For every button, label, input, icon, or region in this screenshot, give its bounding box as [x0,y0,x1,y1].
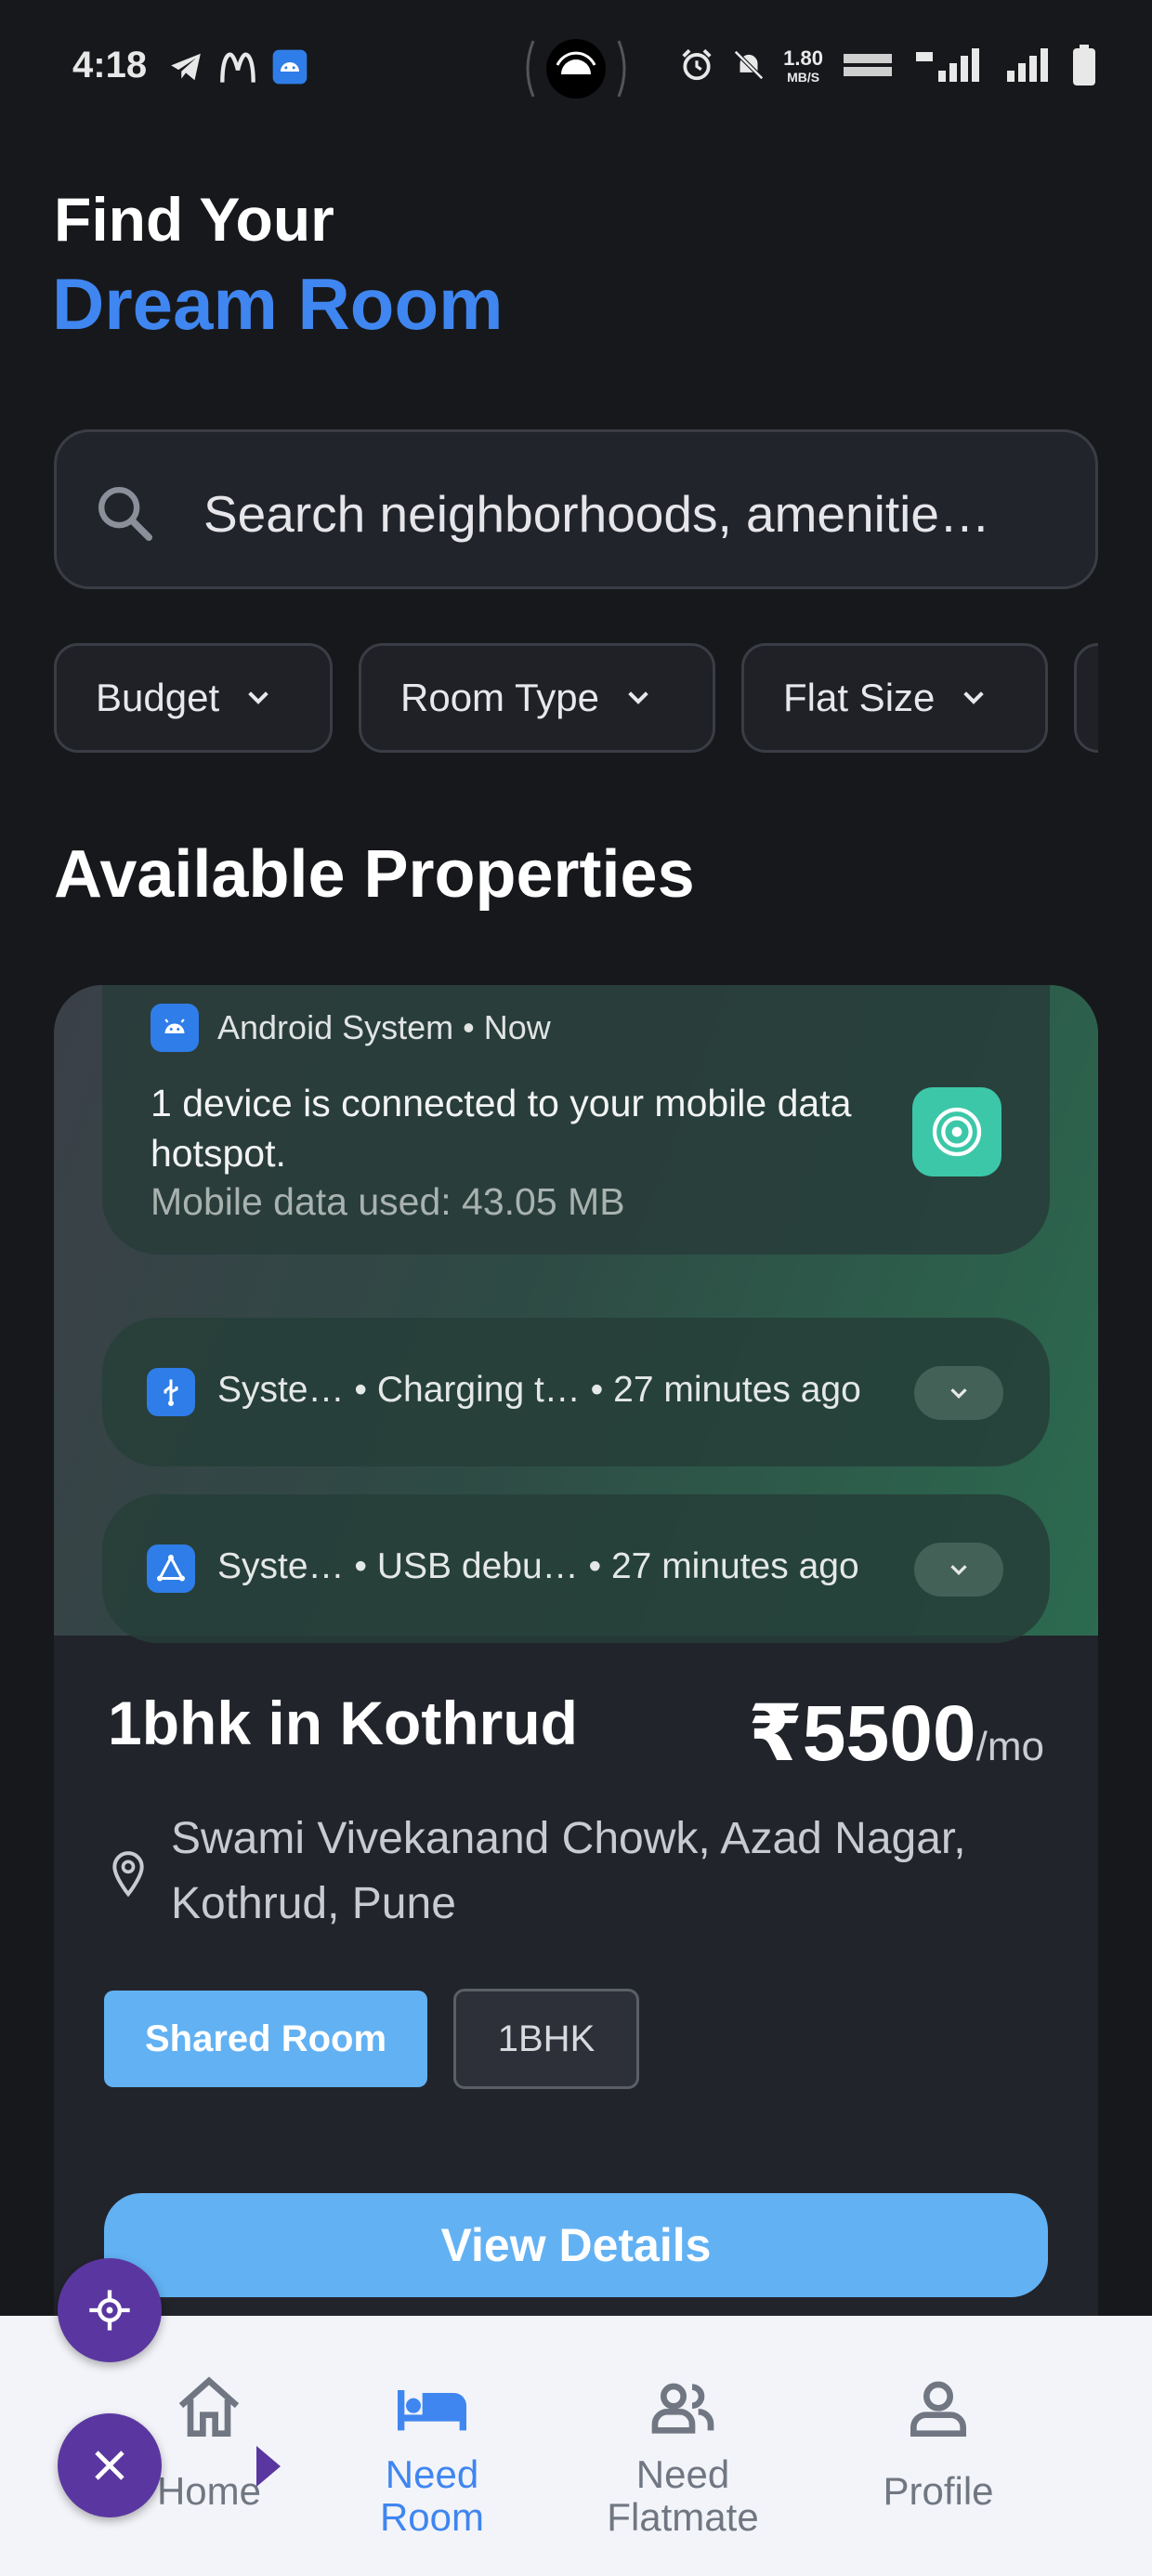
expand-arrow-icon[interactable] [256,2446,281,2487]
volte-icon [840,48,896,87]
status-left-icons [167,48,308,85]
tag-shared-room: Shared Room [104,1991,427,2087]
chevron-down-icon [628,691,648,704]
hotspot-icon [912,1087,1001,1176]
crosshair-fab[interactable] [58,2258,162,2362]
notification-app-line: Android System • Now [151,1004,551,1052]
signal-5g-icon [912,46,987,89]
property-image: Android System • Now 1 device is connect… [54,985,1098,1643]
search-input[interactable]: Search neighborhoods, amenitie… [54,429,1098,589]
filter-room-type-label: Room Type [400,676,599,719]
filter-flat-size[interactable]: Flat Size [741,643,1048,753]
home-icon [172,2372,246,2446]
battery-icon [1072,45,1096,91]
usb-icon [147,1368,195,1416]
property-card[interactable]: Android System • Now 1 device is connect… [54,985,1098,2342]
close-icon [95,2451,124,2480]
status-right-icons: 1.80 MB/S [679,45,1096,91]
status-time: 4:18 [72,45,148,85]
nav-profile[interactable]: Profile [845,2316,1031,2576]
bottom-navigation: Home Need Room Need Flatmate Profile [0,2316,1152,2576]
close-fab[interactable] [58,2413,162,2517]
property-address: Swami Vivekanand Chowk, Azad Nagar, Koth… [171,1814,966,1928]
alarm-icon [679,47,714,88]
chevron-down-icon [914,1543,1003,1597]
speed-unit: MB/S [787,70,820,85]
filter-budget[interactable]: Budget [54,643,333,753]
android-app-icon [271,48,308,85]
android-icon [151,1004,199,1052]
nav-profile-label: Profile [883,2469,994,2513]
filter-flat-size-label: Flat Size [783,676,936,719]
notification-sub: Mobile data used: 43.05 MB [151,1180,625,1223]
telegram-icon [167,48,204,85]
notification-body: 1 device is connected to your mobile dat… [151,1082,852,1175]
page-title-line1: Find Your [54,185,334,254]
filter-more[interactable] [1074,643,1098,753]
notification-hotspot: Android System • Now 1 device is connect… [102,985,1050,1255]
people-icon [646,2372,720,2446]
search-placeholder: Search neighborhoods, amenitie… [203,485,990,543]
status-bar: 4:18 1.80 MB/S [0,0,1152,139]
notification-usb-text: Syste… • USB debu… • 27 minutes ago [217,1546,859,1586]
chevron-down-icon [963,691,985,704]
filter-chip-row: Budget Room Type Flat Size [54,643,1098,755]
view-details-button[interactable]: View Details [104,2193,1048,2297]
mute-icon [731,47,766,88]
chevron-down-icon [248,691,268,704]
nav-need-flatmate[interactable]: Need Flatmate [576,2316,790,2576]
notification-usb-debug: Syste… • USB debu… • 27 minutes ago [102,1494,1050,1643]
camera-cutout [520,33,632,104]
price-value: ₹5500 [748,1689,976,1777]
page-title-line2: Dream Room [52,263,504,345]
notification-app-name: Android System • Now [217,1008,551,1046]
nav-need-room[interactable]: Need Room [344,2316,520,2576]
debug-icon [147,1544,195,1593]
speed-value: 1.80 [783,46,823,70]
location-pin-icon [108,1849,149,1901]
notification-charging: Syste… • Charging t… • 27 minutes ago [102,1318,1050,1466]
signal-icon [1003,46,1055,89]
property-price: ₹5500/mo [748,1688,1044,1779]
bed-icon [395,2372,469,2446]
section-title: Available Properties [54,837,695,912]
chevron-down-icon [914,1366,1003,1420]
person-icon [901,2372,975,2446]
network-speed: 1.80 MB/S [783,46,823,86]
nav-need-room-label: Need Room [379,2452,485,2539]
search-icon [92,480,157,545]
notification-charging-text: Syste… • Charging t… • 27 minutes ago [217,1370,861,1410]
crosshair-icon [89,2290,130,2331]
tag-bhk: 1BHK [453,1989,639,2089]
filter-budget-label: Budget [96,676,220,719]
nav-need-flatmate-label: Need Flatmate [607,2452,759,2539]
price-unit: /mo [975,1724,1044,1769]
property-title: 1bhk in Kothrud [108,1689,578,1757]
filter-room-type[interactable]: Room Type [359,643,715,753]
mcdonalds-icon [219,48,256,85]
